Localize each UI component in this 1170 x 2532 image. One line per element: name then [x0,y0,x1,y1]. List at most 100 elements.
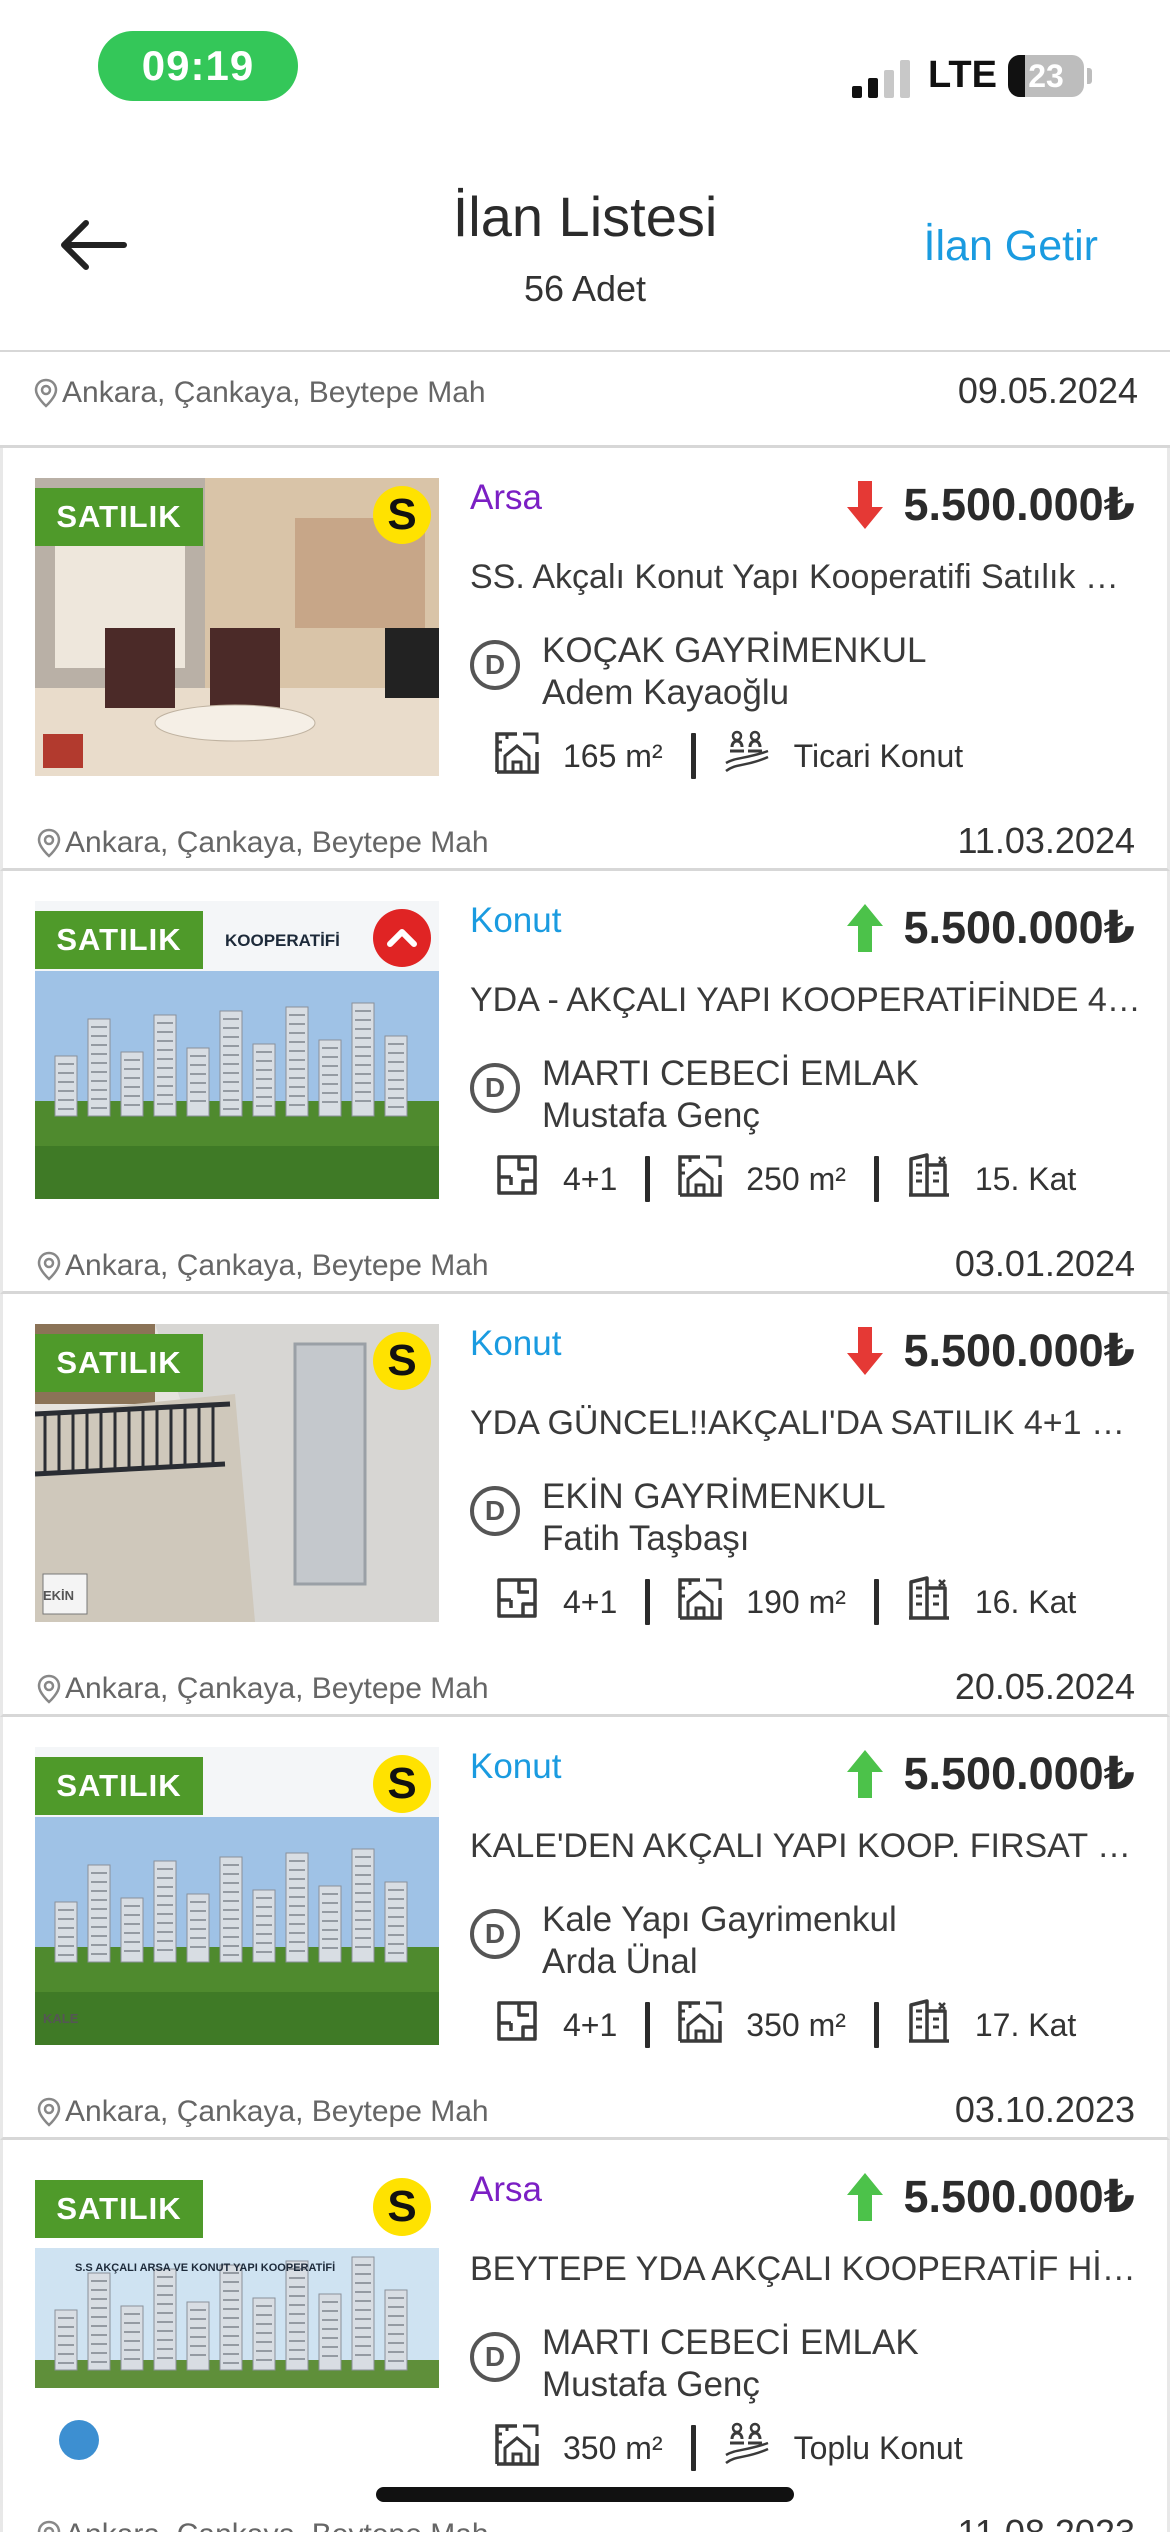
listing-price: 5.500.000₺ [903,2171,1135,2222]
feature-item: Ticari Konut [722,727,963,785]
listing-card[interactable]: SATILIK KOOPERATİFİ Konut 5.500.000₺ YDA - A… [0,871,1170,1294]
image-caption: KOOPERATİFİ [225,931,340,950]
listing-features: 165 m² Ticari Konut [493,728,963,784]
sale-badge: SATILIK [35,911,203,969]
area-icon [676,1997,746,2053]
sponsored-badge: S [373,486,431,544]
feature-item: 4+1 [493,1997,617,2053]
listing-date: 09.05.2024 [957,370,1138,411]
image-logo: EKİN [43,1588,75,1603]
listing-card[interactable]: SATILIK S S.S AKÇALI ARSA VE KONUT YAPI KO… [0,2140,1170,2532]
agency-info: Kale Yapı Gayrimenkul Arda Ünal [542,1899,897,1983]
listing-title: YDA - AKÇALI YAPI KOOPERATİFİNDE 4+1 [470,981,1142,1019]
listing-price: 5.500.000₺ [903,1748,1135,1799]
listing-card[interactable]: SATILIK S EKİN Konut 5.500.000₺ YDA GÜNCEL!!A… [0,1294,1170,1717]
location-pin-icon [34,378,58,408]
home-indicator[interactable] [376,2487,794,2502]
agent-name: Mustafa Genç [542,2365,760,2404]
listing-location: Ankara, Çankaya, Beytepe Mah [37,1672,489,1706]
rooms-icon [493,1997,563,2053]
agency-info: EKİN GAYRİMENKUL Fatih Taşbaşı [542,1476,886,1560]
agency-name: Kale Yapı Gayrimenkul [542,1900,897,1939]
location-pin-icon [37,1674,61,1704]
land-type-icon [722,2419,794,2477]
price-block: 5.500.000₺ [845,2170,1135,2223]
location-pin-icon [37,2520,61,2532]
feature-item: 350 m² [493,2420,663,2476]
area-icon [676,1151,746,1207]
listing-thumbnail[interactable]: SATILIK S EKİN [35,1324,439,1622]
listing-features: 350 m² Toplu Konut [493,2420,963,2476]
sponsored-badge: S [373,1755,431,1813]
location-pin-icon [37,1251,61,1281]
area-icon [493,2420,563,2476]
agent-name: Mustafa Genç [542,1096,760,1135]
price-up-arrow-icon [847,903,884,952]
listing-card-partial[interactable]: Ankara, Çankaya, Beytepe Mah 09.05.2024 [0,352,1170,448]
feature-separator [645,1579,651,1625]
fetch-listings-button[interactable]: İlan Getir [924,222,1098,271]
listing-thumbnail[interactable]: SATILIK S S.S AKÇALI ARSA VE KONUT YAPI KO… [35,2170,439,2468]
price-block: 5.500.000₺ [845,1324,1135,1377]
listing-price: 5.500.000₺ [903,902,1135,953]
agency-info: KOÇAK GAYRİMENKUL Adem Kayaoğlu [542,630,926,714]
listing-card[interactable]: SATILIK S KALE Konut 5.500.000₺ KALE'DEN AKÇA… [0,1717,1170,2140]
sale-badge: SATILIK [35,1334,203,1392]
agency-d-icon: D [470,640,520,690]
listing-card[interactable]: SATILIK S Arsa 5.500.000₺ SS. Akçalı Konut Y… [0,448,1170,871]
rooms-icon [493,1151,563,1207]
price-down-arrow-icon [847,1326,884,1375]
agency-d-icon: D [470,1909,520,1959]
listing-location: Ankara, Çankaya, Beytepe Mah [34,376,486,410]
listing-date: 03.01.2024 [954,1243,1135,1284]
listing-category: Arsa [470,2170,542,2209]
agency-name: MARTI CEBECİ EMLAK [542,2323,919,2362]
feature-separator [645,2002,651,2048]
sale-badge: SATILIK [35,2180,203,2238]
sale-badge: SATILIK [35,1757,203,1815]
feature-item: 15. Kat [905,1151,1076,1207]
agency-name: EKİN GAYRİMENKUL [542,1477,886,1516]
signal-icon [852,58,912,98]
feature-separator [645,1156,651,1202]
floor-icon [905,1997,975,2053]
feature-separator [873,1579,879,1625]
listing-list[interactable]: Ankara, Çankaya, Beytepe Mah 09.05.2024 … [0,350,1170,2532]
agency-d-icon: D [470,2332,520,2382]
battery-cap [1087,68,1092,84]
listing-date: 11.08.2023 [957,2512,1135,2532]
listing-title: SS. Akçalı Konut Yapı Kooperatifi Satılı… [470,558,1142,596]
listing-count: 56 Adet [523,268,647,309]
agency-info: MARTI CEBECİ EMLAK Mustafa Genç [542,2322,919,2406]
feature-separator [873,2002,879,2048]
listing-location: Ankara, Çankaya, Beytepe Mah [37,1249,489,1283]
listing-features: 4+1 190 m² 16. Kat [493,1574,1076,1630]
nav-header: İlan Listesi 56 Adet İlan Getir [0,140,1170,350]
listing-price: 5.500.000₺ [903,1325,1135,1376]
feature-item: 250 m² [676,1151,846,1207]
status-bar: 09:19 LTE 23 [0,0,1170,140]
sale-badge: SATILIK [35,488,203,546]
agent-name: Arda Ünal [542,1942,698,1981]
listing-title: YDA GÜNCEL!!AKÇALI'DA SATILIK 4+1 KAT [470,1404,1142,1442]
feature-item: 17. Kat [905,1997,1076,2053]
price-down-arrow-icon [847,480,884,529]
feature-item: 16. Kat [905,1574,1076,1630]
price-block: 5.500.000₺ [845,478,1135,531]
image-caption: S.S AKÇALI ARSA VE KONUT YAPI KOOPERATİF… [75,2262,336,2274]
chevron-up-icon [387,929,417,947]
listing-location: Ankara, Çankaya, Beytepe Mah [37,2095,489,2129]
location-pin-icon [37,828,61,858]
agency-info: MARTI CEBECİ EMLAK Mustafa Genç [542,1053,919,1137]
land-type-icon [722,727,794,785]
listing-thumbnail[interactable]: SATILIK KOOPERATİFİ [35,901,439,1199]
feature-separator [873,1156,879,1202]
feature-item: 190 m² [676,1574,846,1630]
status-time: 09:19 [98,31,298,101]
sponsored-badge: S [373,2178,431,2236]
listing-thumbnail[interactable]: SATILIK S KALE [35,1747,439,2045]
listing-thumbnail[interactable]: SATILIK S [35,478,439,776]
agent-name: Fatih Taşbaşı [542,1519,750,1558]
listing-location: Ankara, Çankaya, Beytepe Mah [37,2518,489,2532]
listing-category: Konut [470,1324,562,1363]
